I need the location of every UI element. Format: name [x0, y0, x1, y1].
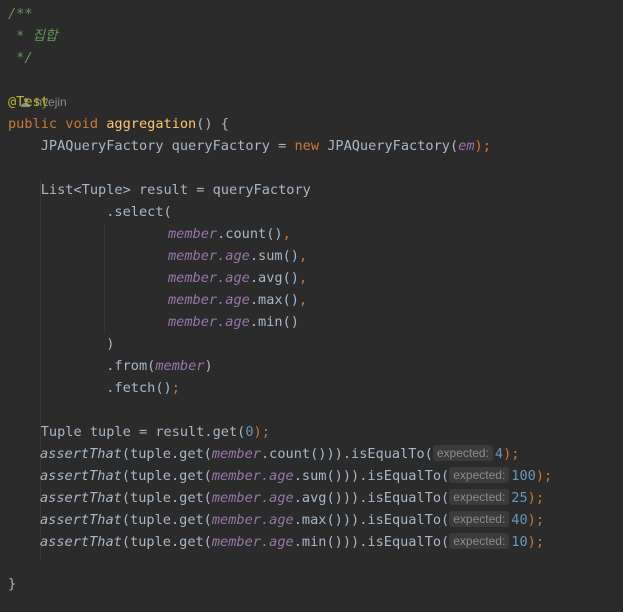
- param-hint: expected:: [449, 511, 510, 527]
- assert-line: assertThat(tuple.get(member.age.avg())).…: [40, 489, 545, 506]
- javadoc-body: * 집합: [8, 28, 58, 44]
- method-name: aggregation: [106, 116, 197, 132]
- code-editor[interactable]: /** * 집합 */ hyejin @Test public void agg…: [0, 0, 623, 612]
- assert-line: assertThat(tuple.get(member.count())).is…: [40, 445, 520, 462]
- param-hint: expected:: [449, 533, 510, 549]
- code-line: member.age.max(),: [168, 292, 308, 308]
- param-hint: expected:: [449, 467, 510, 483]
- code-line: ): [8, 336, 115, 352]
- param-hint: expected:: [432, 445, 493, 461]
- assert-line: assertThat(tuple.get(member.age.min())).…: [40, 533, 545, 550]
- javadoc-open: /**: [8, 6, 33, 22]
- code-line: member.age.min(): [168, 314, 299, 330]
- code-line: List<Tuple> result = queryFactory: [8, 182, 311, 198]
- closing-brace: }: [8, 576, 17, 592]
- code-line: .select(: [8, 204, 172, 220]
- code-line: member.age.sum(),: [168, 248, 308, 264]
- author-hint[interactable]: hyejin: [8, 69, 67, 109]
- test-annotation: @Test: [8, 94, 49, 110]
- code-line: member.age.avg(),: [168, 270, 308, 286]
- indent-guide: [104, 224, 105, 334]
- code-line: Tuple tuple = result.get(0);: [8, 424, 270, 440]
- code-line: JPAQueryFactory queryFactory = new JPAQu…: [8, 138, 491, 154]
- assert-line: assertThat(tuple.get(member.age.sum())).…: [40, 467, 553, 484]
- code-line: .from(member): [8, 358, 213, 374]
- method-signature: public void aggregation() {: [8, 116, 229, 132]
- javadoc-close: */: [8, 50, 33, 66]
- param-hint: expected:: [449, 489, 510, 505]
- code-line: .fetch();: [8, 380, 180, 396]
- assert-line: assertThat(tuple.get(member.age.max())).…: [40, 511, 545, 528]
- code-line: member.count(),: [168, 226, 291, 242]
